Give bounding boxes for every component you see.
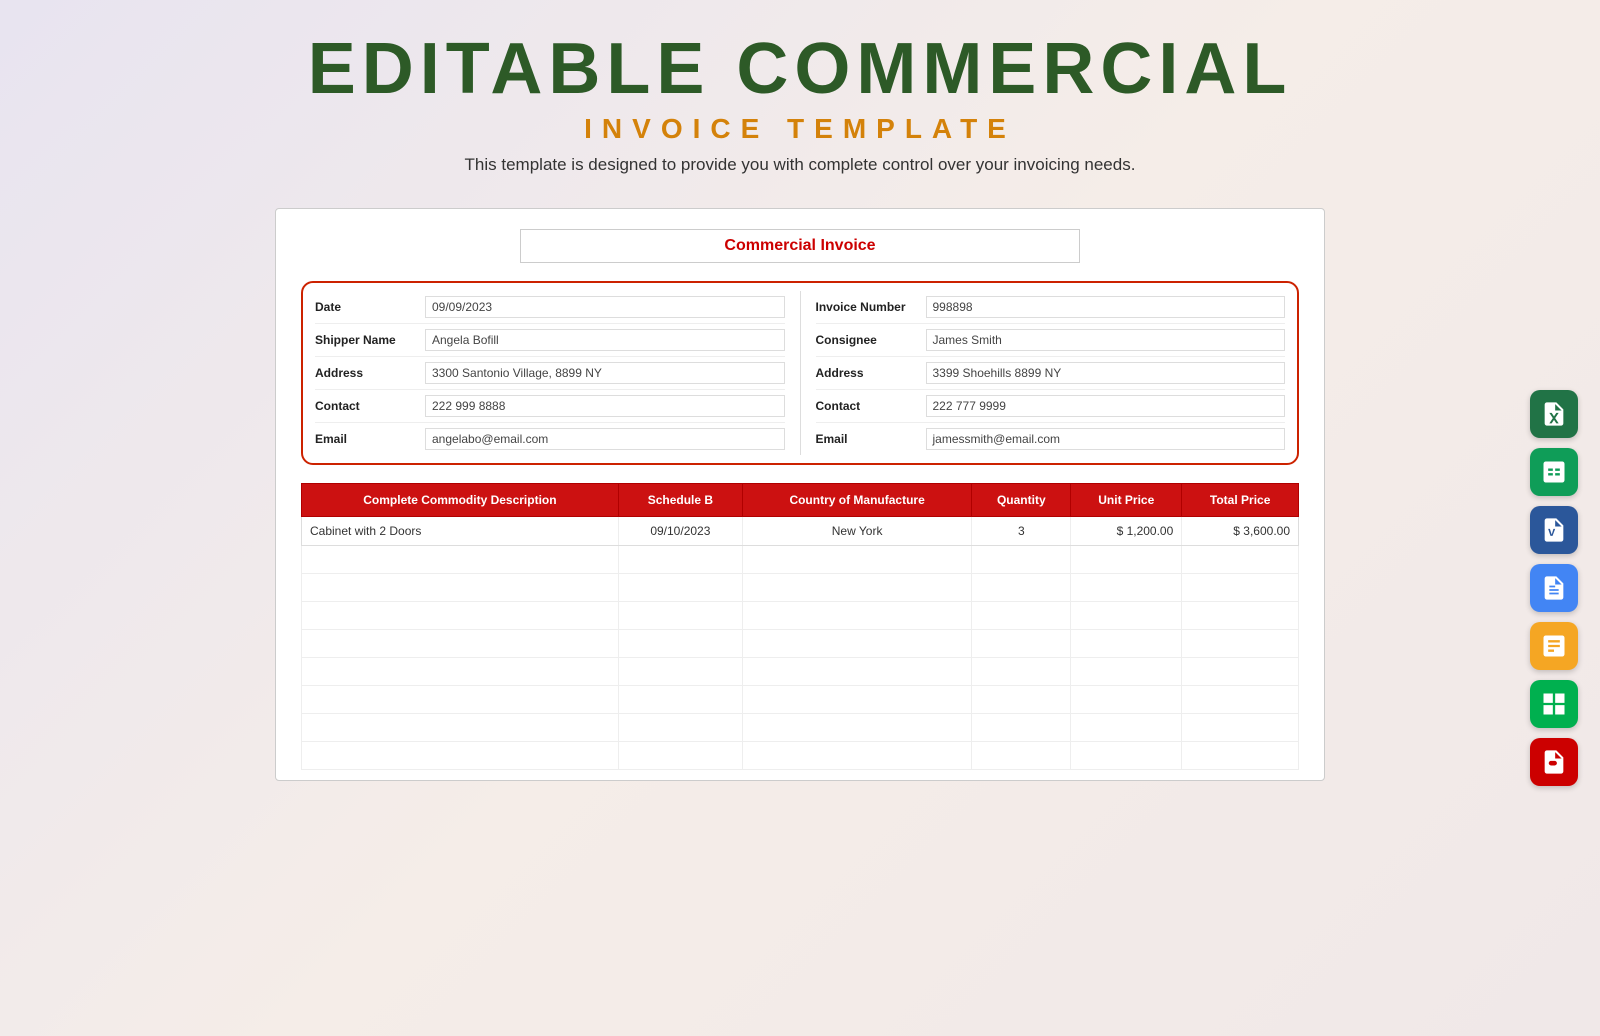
shipper-name-value: Angela Bofill [425,329,785,351]
consignee-contact-label: Contact [816,399,926,413]
shipper-email-value: angelabo@email.com [425,428,785,450]
numbers-icon[interactable] [1530,680,1578,728]
shipper-contact-value: 222 999 8888 [425,395,785,417]
table-row-empty [302,630,1299,658]
commodity-table: Complete Commodity Description Schedule … [301,483,1299,770]
shipper-section: Date 09/09/2023 Shipper Name Angela Bofi… [315,291,801,455]
info-section: Date 09/09/2023 Shipper Name Angela Bofi… [301,281,1299,465]
shipper-contact-label: Contact [315,399,425,413]
table-row-empty [302,686,1299,714]
consignee-value: James Smith [926,329,1286,351]
shipper-name-label: Shipper Name [315,333,425,347]
page-header: EDITABLE COMMERCIAL INVOICE TEMPLATE Thi… [0,0,1600,190]
shipper-address-label: Address [315,366,425,380]
row1-unit-price: $ 1,200.00 [1071,517,1182,546]
col-description: Complete Commodity Description [302,484,619,517]
table-row-empty [302,658,1299,686]
table-row: Cabinet with 2 Doors 09/10/2023 New York… [302,517,1299,546]
consignee-section: Invoice Number 998898 Consignee James Sm… [801,291,1286,455]
main-title: EDITABLE COMMERCIAL [0,30,1600,109]
consignee-address-label: Address [816,366,926,380]
consignee-email-value: jamessmith@email.com [926,428,1286,450]
col-total-price: Total Price [1182,484,1299,517]
sub-title: INVOICE TEMPLATE [0,113,1600,145]
invoice-number-row: Invoice Number 998898 [816,291,1286,324]
row1-description: Cabinet with 2 Doors [302,517,619,546]
consignee-row: Consignee James Smith [816,324,1286,357]
date-label: Date [315,300,425,314]
shipper-address-row: Address 3300 Santonio Village, 8899 NY [315,357,785,390]
row1-total-price: $ 3,600.00 [1182,517,1299,546]
consignee-email-row: Email jamessmith@email.com [816,423,1286,455]
shipper-address-value: 3300 Santonio Village, 8899 NY [425,362,785,384]
shipper-email-label: Email [315,432,425,446]
consignee-address-value: 3399 Shoehills 8899 NY [926,362,1286,384]
table-row-empty [302,742,1299,770]
date-value: 09/09/2023 [425,296,785,318]
table-header-row: Complete Commodity Description Schedule … [302,484,1299,517]
side-icons-panel [1530,390,1578,786]
shipper-email-row: Email angelabo@email.com [315,423,785,455]
consignee-label: Consignee [816,333,926,347]
pages-icon[interactable] [1530,622,1578,670]
invoice-title: Commercial Invoice [724,237,875,254]
sheets-icon[interactable] [1530,448,1578,496]
col-unit-price: Unit Price [1071,484,1182,517]
shipper-name-row: Shipper Name Angela Bofill [315,324,785,357]
invoice-number-label: Invoice Number [816,300,926,314]
excel-icon[interactable] [1530,390,1578,438]
acrobat-icon[interactable] [1530,738,1578,786]
invoice-document: Commercial Invoice Date 09/09/2023 Shipp… [275,208,1325,781]
docs-icon[interactable] [1530,564,1578,612]
commodity-table-section: Complete Commodity Description Schedule … [301,483,1299,770]
shipper-contact-row: Contact 222 999 8888 [315,390,785,423]
table-row-empty [302,602,1299,630]
row1-schedule-b: 09/10/2023 [618,517,742,546]
row1-country: New York [742,517,971,546]
row1-quantity: 3 [972,517,1071,546]
consignee-address-row: Address 3399 Shoehills 8899 NY [816,357,1286,390]
description: This template is designed to provide you… [0,155,1600,175]
consignee-email-label: Email [816,432,926,446]
table-row-empty [302,714,1299,742]
col-schedule-b: Schedule B [618,484,742,517]
consignee-contact-value: 222 777 9999 [926,395,1286,417]
word-icon[interactable] [1530,506,1578,554]
date-row: Date 09/09/2023 [315,291,785,324]
col-quantity: Quantity [972,484,1071,517]
invoice-number-value: 998898 [926,296,1286,318]
invoice-title-bar: Commercial Invoice [520,229,1080,263]
consignee-contact-row: Contact 222 777 9999 [816,390,1286,423]
table-row-empty [302,574,1299,602]
table-row-empty [302,546,1299,574]
col-country: Country of Manufacture [742,484,971,517]
